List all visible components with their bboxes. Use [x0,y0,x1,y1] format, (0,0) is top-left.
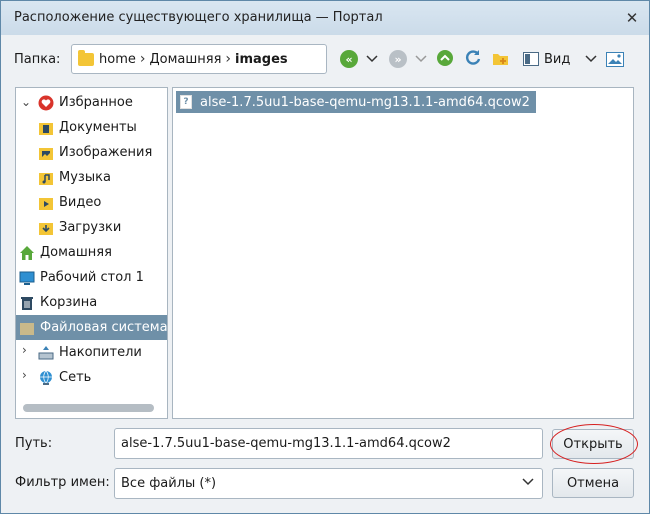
sidebar-item-documents[interactable]: Документы [16,115,166,140]
chevron-down-icon [522,476,534,489]
title-bar[interactable]: Расположение существующего хранилища — П… [1,1,649,35]
trash-icon [19,295,35,311]
preview-button[interactable] [606,50,624,68]
view-icon [523,52,539,66]
filter-label: Фильтр имен: [15,475,110,490]
chevron-right-icon: › [139,51,146,67]
filter-selected-value: Все файлы (*) [121,476,217,491]
sidebar-item-trash[interactable]: Корзина [16,290,166,315]
chevron-down-icon [585,55,597,63]
new-folder-button[interactable] [492,50,510,68]
sidebar-item-drives[interactable]: Накопители [16,340,166,365]
pictures-folder-icon [38,145,54,161]
back-history-dropdown[interactable] [365,52,379,66]
crumb-home[interactable]: home [78,49,136,67]
view-menu-button[interactable]: Вид [523,50,570,68]
sidebar-item-label: Корзина [40,295,98,310]
forward-icon: » [389,50,407,68]
horizontal-scrollbar[interactable] [23,404,154,412]
sidebar-item-desktop[interactable]: Рабочий стол 1 [16,265,166,290]
path-label: Путь: [15,436,53,451]
sidebar-item-filesystem[interactable]: Файловая система [16,315,168,340]
refresh-button[interactable] [464,49,482,67]
filter-select[interactable]: Все файлы (*) [114,468,543,499]
home-icon [19,245,35,261]
drives-icon [38,345,54,361]
file-list-panel: ? alse-1.7.5uu1-base-qemu-mg13.1.1-amd64… [172,87,634,419]
cancel-button[interactable]: Отмена [552,468,634,498]
documents-folder-icon [38,120,54,136]
sidebar-item-label: Загрузки [59,220,122,235]
sidebar-item-label: Музыка [59,170,111,185]
sidebar-item-label: Накопители [59,345,142,360]
music-folder-icon [38,170,54,186]
crumb-images[interactable]: images [235,52,288,67]
sidebar-item-label: Файловая система [40,320,168,335]
file-name: alse-1.7.5uu1-base-qemu-mg13.1.1-amd64.q… [200,94,530,110]
sidebar-item-music[interactable]: Музыка [16,165,166,190]
sidebar-item-label: Изображения [59,145,153,160]
new-folder-icon [493,54,508,65]
sidebar-item-pictures[interactable]: Изображения [16,140,166,165]
sidebar-item-network[interactable]: Сеть [16,365,166,390]
chevron-right-icon: › [225,51,231,67]
refresh-icon [466,50,481,65]
sidebar-item-label: Избранное [59,95,133,110]
path-input-value: alse-1.7.5uu1-base-qemu-mg13.1.1-amd64.q… [121,436,451,451]
path-input[interactable]: alse-1.7.5uu1-base-qemu-mg13.1.1-amd64.q… [114,428,543,459]
folder-icon [78,49,94,66]
folder-icon [19,320,35,336]
close-icon[interactable]: ✕ [623,9,641,27]
sidebar-item-label: Рабочий стол 1 [40,270,144,285]
highlight-annotation [550,424,638,464]
image-preview-icon [606,51,624,67]
chevron-down-icon [415,55,427,63]
back-button[interactable]: « [340,50,358,68]
network-icon [38,370,54,386]
crumb-domashnyaya-label: Домашняя [149,51,222,67]
video-folder-icon [38,195,54,211]
crumb-home-label: home [99,51,136,67]
forward-button[interactable]: » [389,50,407,68]
crumb-images-label: images [235,51,288,67]
parent-folder-button[interactable] [437,50,453,66]
folder-label: Папка: [14,52,61,67]
sidebar-item-label: Сеть [59,370,92,385]
up-arrow-icon [437,50,453,66]
breadcrumb: home › Домашняя › images [71,44,327,74]
crumb-domashnyaya[interactable]: Домашняя [149,52,221,67]
sidebar-item-downloads[interactable]: Загрузки [16,215,166,240]
downloads-folder-icon [38,220,54,236]
back-icon: « [340,50,358,68]
desktop-icon [19,270,35,286]
sidebar-item-favorites[interactable]: Избранное [16,90,166,115]
cancel-button-label: Отмена [566,475,620,491]
sidebar-item-videos[interactable]: Видео [16,190,166,215]
forward-history-dropdown[interactable] [414,52,428,66]
sidebar-item-label: Документы [59,120,137,135]
window-title: Расположение существующего хранилища — П… [14,10,383,25]
heart-icon [38,95,54,111]
view-label: Вид [544,51,571,67]
chevron-down-icon [366,55,378,63]
sidebar-item-home[interactable]: Домашняя [16,240,166,265]
dialog-window: Расположение существующего хранилища — П… [0,0,650,514]
unknown-file-icon: ? [180,95,192,109]
view-dropdown[interactable] [584,52,598,66]
sidebar-item-label: Домашняя [40,245,112,260]
places-panel: ⌄ Избранное Документы Изображения Музыка [15,87,168,419]
list-item[interactable]: ? alse-1.7.5uu1-base-qemu-mg13.1.1-amd64… [176,91,536,113]
sidebar-item-label: Видео [59,195,102,210]
